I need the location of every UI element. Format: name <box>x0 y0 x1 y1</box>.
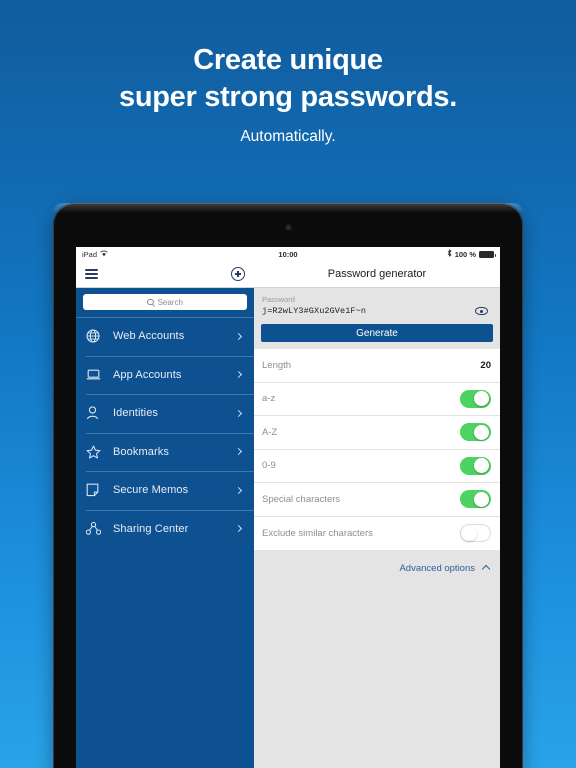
option-label: A-Z <box>262 426 278 438</box>
detail-title-bar: Password generator <box>254 261 500 288</box>
promo-headline-line2: super strong passwords. <box>119 81 457 113</box>
search-placeholder: Search <box>157 297 183 307</box>
sidebar: Search Web Accounts App Accounts Identit… <box>76 261 254 768</box>
status-time: 10:00 <box>278 249 298 259</box>
battery-icon <box>479 250 496 258</box>
promo-headline: Create unique super strong passwords. <box>0 42 576 116</box>
sidebar-item-label: Identities <box>113 407 159 420</box>
star-icon <box>86 445 105 459</box>
chevron-right-icon <box>234 409 243 417</box>
note-icon <box>86 483 105 497</box>
sidebar-item-label: Bookmarks <box>113 445 169 458</box>
tablet-device: iPad 10:00 100 % Search Web Accounts App… <box>53 203 523 768</box>
sidebar-toolbar <box>76 261 254 288</box>
sidebar-item-label: Sharing Center <box>113 522 189 535</box>
laptop-icon <box>86 368 105 381</box>
toggle-exclude-similar[interactable] <box>460 524 491 543</box>
option-row-exclude-similar[interactable]: Exclude similar characters <box>254 517 500 551</box>
device-glare <box>53 203 523 213</box>
globe-icon <box>86 329 105 343</box>
option-label: Length <box>262 359 292 371</box>
hamburger-menu-icon[interactable] <box>85 269 98 279</box>
password-field[interactable]: Password j=R2wLY3#GXu2GVe1F~n <box>260 293 494 320</box>
toggle-lowercase[interactable] <box>460 389 491 408</box>
password-row: j=R2wLY3#GXu2GVe1F~n <box>262 306 492 316</box>
toggle-special-characters[interactable] <box>460 490 491 509</box>
password-value: j=R2wLY3#GXu2GVe1F~n <box>262 306 367 316</box>
chevron-right-icon <box>234 371 243 379</box>
bluetooth-icon <box>447 249 452 259</box>
sidebar-list: Web Accounts App Accounts Identities Boo… <box>76 317 254 768</box>
sidebar-item-bookmarks[interactable]: Bookmarks <box>76 432 254 472</box>
toggle-knob <box>461 525 477 541</box>
tablet-screen: iPad 10:00 100 % Search Web Accounts App… <box>76 247 500 768</box>
status-bar-right: 100 % <box>447 249 496 259</box>
toggle-digits[interactable] <box>460 456 491 475</box>
advanced-options-bar[interactable]: Advanced options <box>254 550 500 768</box>
toggle-knob <box>474 391 490 407</box>
sidebar-item-label: App Accounts <box>113 368 182 381</box>
screen-body: Search Web Accounts App Accounts Identit… <box>76 261 500 768</box>
chevron-up-icon <box>481 564 491 574</box>
length-value: 20 <box>480 359 491 371</box>
sidebar-item-label: Web Accounts <box>113 330 185 343</box>
search-container: Search <box>76 288 254 317</box>
option-row-length[interactable]: Length 20 <box>254 349 500 383</box>
generate-button[interactable]: Generate <box>261 324 493 342</box>
promo-headline-line1: Create unique <box>193 44 383 76</box>
option-row-special-characters[interactable]: Special characters <box>254 483 500 517</box>
sidebar-item-secure-memos[interactable]: Secure Memos <box>76 471 254 510</box>
option-label: Special characters <box>262 493 341 505</box>
option-label: a-z <box>262 393 276 405</box>
status-battery-percent: 100 % <box>454 249 476 259</box>
sidebar-item-web-accounts[interactable]: Web Accounts <box>76 317 254 356</box>
toggle-knob <box>474 458 490 474</box>
sidebar-item-sharing-center[interactable]: Sharing Center <box>76 509 254 549</box>
option-label: Exclude similar characters <box>262 527 373 539</box>
option-row-digits[interactable]: 0-9 <box>254 450 500 483</box>
chevron-right-icon <box>234 448 243 456</box>
toggle-knob <box>474 491 490 507</box>
share-network-icon <box>86 522 105 535</box>
option-row-lowercase[interactable]: a-z <box>254 383 500 416</box>
sidebar-item-app-accounts[interactable]: App Accounts <box>76 355 254 395</box>
chevron-right-icon <box>234 525 243 533</box>
status-bar: iPad 10:00 100 % <box>76 247 500 261</box>
toggle-uppercase[interactable] <box>460 423 491 442</box>
search-input[interactable]: Search <box>83 294 247 310</box>
advanced-options-label: Advanced options <box>399 563 475 574</box>
search-icon <box>147 298 154 306</box>
chevron-right-icon <box>234 332 243 340</box>
password-label: Password <box>262 295 295 304</box>
detail-pane: Password generator Password j=R2wLY3#GXu… <box>254 261 500 768</box>
front-camera-icon <box>284 224 292 231</box>
option-row-uppercase[interactable]: A-Z <box>254 416 500 450</box>
toggle-knob <box>474 424 490 440</box>
add-circle-icon[interactable] <box>231 267 245 281</box>
promo-subheadline: Automatically. <box>240 128 336 145</box>
page-title: Password generator <box>327 268 427 280</box>
person-icon <box>86 406 105 420</box>
chevron-right-icon <box>234 486 243 494</box>
sidebar-item-identities[interactable]: Identities <box>76 394 254 433</box>
option-label: 0-9 <box>262 460 276 472</box>
options-list: Length 20 a-z A-Z 0-9 Special characters… <box>254 349 500 550</box>
sidebar-item-label: Secure Memos <box>113 484 189 497</box>
eye-icon[interactable] <box>475 307 488 315</box>
password-block: Password j=R2wLY3#GXu2GVe1F~n Generate <box>254 288 500 342</box>
